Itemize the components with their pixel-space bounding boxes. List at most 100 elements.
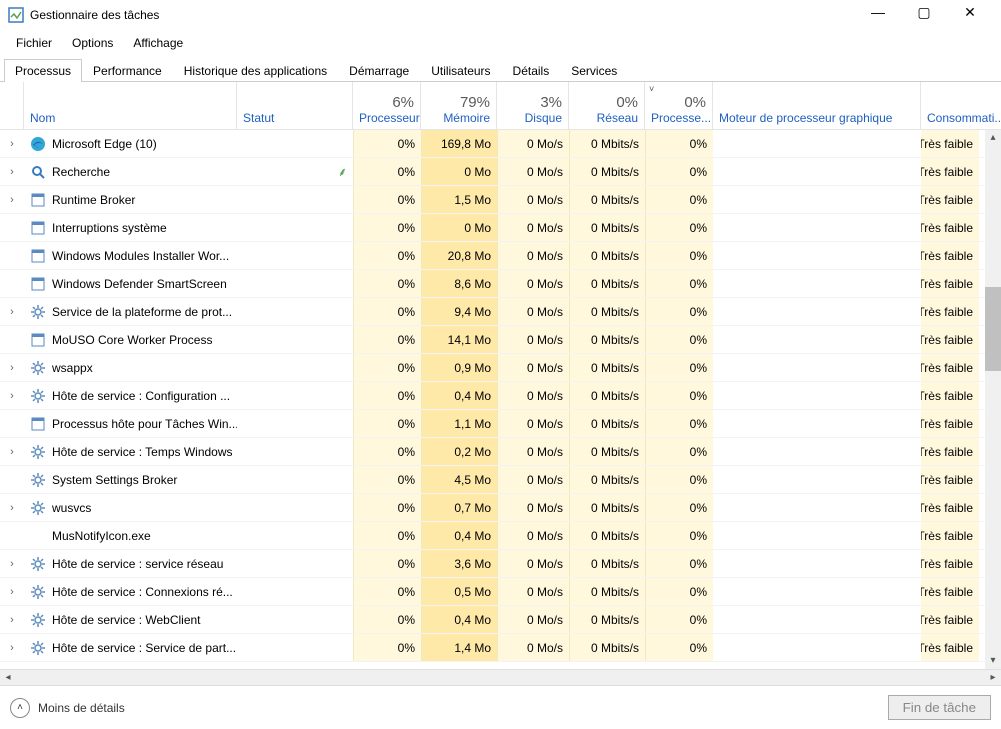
process-icon	[30, 472, 46, 488]
process-name-label: Hôte de service : Configuration ...	[52, 389, 230, 403]
memory-cell: 8,6 Mo	[421, 270, 497, 297]
tab-app-history[interactable]: Historique des applications	[173, 59, 338, 82]
process-row[interactable]: ›wsappx0%0,9 Mo0 Mo/s0 Mbits/s0%Très fai…	[0, 354, 1001, 382]
process-row[interactable]: Windows Modules Installer Wor...0%20,8 M…	[0, 242, 1001, 270]
process-row[interactable]: Interruptions système0%0 Mo0 Mo/s0 Mbits…	[0, 214, 1001, 242]
expand-toggle[interactable]: ›	[0, 438, 24, 465]
gpu-engine-cell	[713, 466, 921, 493]
tab-services[interactable]: Services	[560, 59, 628, 82]
scroll-right-icon[interactable]: ▸	[985, 672, 1001, 683]
tab-processes[interactable]: Processus	[4, 59, 82, 82]
expand-toggle[interactable]: ›	[0, 494, 24, 521]
process-row[interactable]: ›Microsoft Edge (10)0%169,8 Mo0 Mo/s0 Mb…	[0, 130, 1001, 158]
expand-toggle[interactable]: ›	[0, 382, 24, 409]
process-name-label: Hôte de service : Service de part...	[52, 641, 236, 655]
process-row[interactable]: Processus hôte pour Tâches Win...0%1,1 M…	[0, 410, 1001, 438]
power-cell: Très faible	[921, 214, 979, 241]
horizontal-scrollbar[interactable]: ◂ ▸	[0, 669, 1001, 685]
fewer-details-label: Moins de détails	[38, 701, 125, 715]
process-name-label: Hôte de service : Connexions ré...	[52, 585, 233, 599]
scroll-down-icon[interactable]: ▾	[985, 653, 1001, 669]
minimize-button[interactable]: —	[855, 0, 901, 27]
column-network[interactable]: 0%Réseau	[569, 82, 645, 129]
process-row[interactable]: Windows Defender SmartScreen0%8,6 Mo0 Mo…	[0, 270, 1001, 298]
menu-options[interactable]: Options	[64, 34, 121, 52]
expand-toggle[interactable]: ›	[0, 550, 24, 577]
vertical-scrollbar[interactable]: ▴ ▾	[985, 130, 1001, 669]
process-status-cell	[237, 354, 353, 381]
tab-details[interactable]: Détails	[502, 59, 561, 82]
column-cpu[interactable]: 6%Processeur	[353, 82, 421, 129]
process-name-label: Processus hôte pour Tâches Win...	[52, 417, 237, 431]
process-name-label: Hôte de service : WebClient	[52, 613, 201, 627]
power-cell: Très faible	[921, 634, 979, 661]
gpu-cell: 0%	[645, 382, 713, 409]
scroll-left-icon[interactable]: ◂	[0, 672, 16, 683]
scrollbar-thumb[interactable]	[985, 287, 1001, 372]
close-button[interactable]: ✕	[947, 0, 993, 27]
gpu-cell: 0%	[645, 158, 713, 185]
tab-users[interactable]: Utilisateurs	[420, 59, 501, 82]
process-row[interactable]: ›Hôte de service : WebClient0%0,4 Mo0 Mo…	[0, 606, 1001, 634]
gpu-engine-cell	[713, 158, 921, 185]
maximize-button[interactable]: ▢	[901, 0, 947, 27]
process-name-cell: Microsoft Edge (10)	[24, 130, 237, 157]
process-name-label: Windows Defender SmartScreen	[52, 277, 227, 291]
gpu-engine-cell	[713, 550, 921, 577]
process-row[interactable]: MusNotifyIcon.exe0%0,4 Mo0 Mo/s0 Mbits/s…	[0, 522, 1001, 550]
process-row[interactable]: ›Hôte de service : Temps Windows0%0,2 Mo…	[0, 438, 1001, 466]
menu-view[interactable]: Affichage	[125, 34, 191, 52]
disk-cell: 0 Mo/s	[497, 298, 569, 325]
scroll-up-icon[interactable]: ▴	[985, 130, 1001, 146]
process-name-label: MusNotifyIcon.exe	[52, 529, 151, 543]
end-task-button[interactable]: Fin de tâche	[888, 695, 991, 720]
process-icon	[30, 612, 46, 628]
fewer-details-button[interactable]: ˄ Moins de détails	[10, 698, 125, 718]
column-gpu-engine[interactable]: Moteur de processeur graphique	[713, 82, 921, 129]
expand-toggle[interactable]: ›	[0, 130, 24, 157]
disk-cell: 0 Mo/s	[497, 130, 569, 157]
process-row[interactable]: MoUSO Core Worker Process0%14,1 Mo0 Mo/s…	[0, 326, 1001, 354]
expand-toggle[interactable]: ›	[0, 354, 24, 381]
expand-toggle[interactable]: ›	[0, 298, 24, 325]
process-status-cell	[237, 466, 353, 493]
process-row[interactable]: ›Recherche⸙0%0 Mo0 Mo/s0 Mbits/s0%Très f…	[0, 158, 1001, 186]
disk-cell: 0 Mo/s	[497, 522, 569, 549]
column-status[interactable]: Statut	[237, 82, 353, 129]
power-cell: Très faible	[921, 550, 979, 577]
gpu-cell: 0%	[645, 354, 713, 381]
expand-toggle[interactable]: ›	[0, 606, 24, 633]
memory-cell: 1,1 Mo	[421, 410, 497, 437]
process-row[interactable]: ›Hôte de service : Connexions ré...0%0,5…	[0, 578, 1001, 606]
cpu-cell: 0%	[353, 270, 421, 297]
process-row[interactable]: ›Hôte de service : Service de part...0%1…	[0, 634, 1001, 662]
process-row[interactable]: ›Runtime Broker0%1,5 Mo0 Mo/s0 Mbits/s0%…	[0, 186, 1001, 214]
column-memory[interactable]: 79%Mémoire	[421, 82, 497, 129]
power-cell: Très faible	[921, 410, 979, 437]
tab-startup[interactable]: Démarrage	[338, 59, 420, 82]
cpu-cell: 0%	[353, 522, 421, 549]
column-disk[interactable]: 3%Disque	[497, 82, 569, 129]
process-row[interactable]: ›wusvcs0%0,7 Mo0 Mo/s0 Mbits/s0%Très fai…	[0, 494, 1001, 522]
network-cell: 0 Mbits/s	[569, 410, 645, 437]
column-gpu[interactable]: ˅0%Processe...	[645, 82, 713, 129]
process-row[interactable]: System Settings Broker0%4,5 Mo0 Mo/s0 Mb…	[0, 466, 1001, 494]
process-status-cell	[237, 130, 353, 157]
tab-performance[interactable]: Performance	[82, 59, 173, 82]
expand-toggle[interactable]: ›	[0, 578, 24, 605]
process-row[interactable]: ›Service de la plateforme de prot...0%9,…	[0, 298, 1001, 326]
expand-toggle[interactable]: ›	[0, 634, 24, 661]
power-cell: Très faible	[921, 522, 979, 549]
process-row[interactable]: ›Hôte de service : service réseau0%3,6 M…	[0, 550, 1001, 578]
process-name-cell: Hôte de service : Service de part...	[24, 634, 237, 661]
menu-file[interactable]: Fichier	[8, 34, 60, 52]
process-status-cell	[237, 242, 353, 269]
column-name[interactable]: Nom	[24, 82, 237, 129]
column-power[interactable]: Consommati...	[921, 82, 979, 129]
expand-toggle[interactable]: ›	[0, 158, 24, 185]
expand-toggle[interactable]: ›	[0, 186, 24, 213]
process-name-cell: Hôte de service : Configuration ...	[24, 382, 237, 409]
process-row[interactable]: ›Hôte de service : Configuration ...0%0,…	[0, 382, 1001, 410]
power-cell: Très faible	[921, 298, 979, 325]
power-cell: Très faible	[921, 326, 979, 353]
